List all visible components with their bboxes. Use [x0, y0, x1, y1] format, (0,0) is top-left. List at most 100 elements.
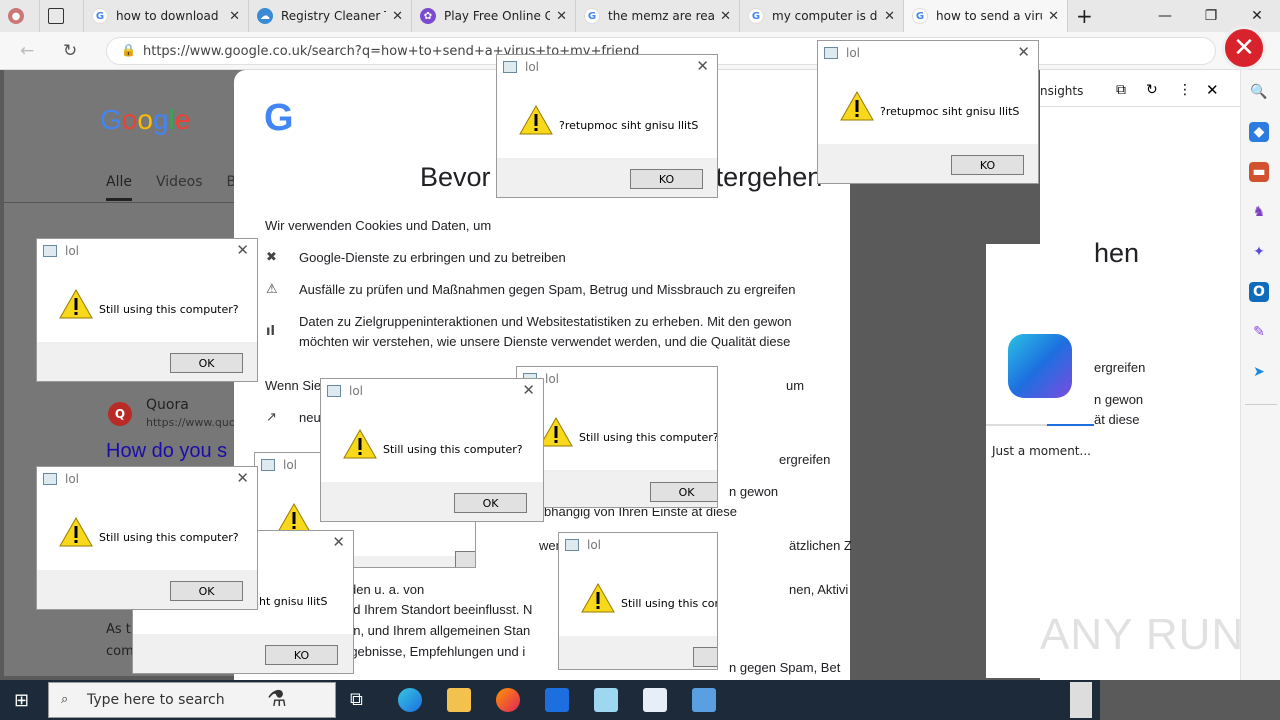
file-explorer-icon[interactable] [447, 688, 471, 712]
more-icon[interactable]: ⋮ [1178, 82, 1192, 98]
tab-5[interactable]: G my computer is do ✕ [740, 0, 904, 32]
taskbar: ⊞ ⌕ Type here to search ⚗ ⧉ [0, 680, 1100, 720]
warning-icon [59, 289, 93, 319]
dialog-title: lol [349, 384, 364, 398]
tab-6-active[interactable]: G how to send a viru ✕ [904, 0, 1068, 32]
page-fragment: ergreifen [1094, 360, 1146, 375]
ok-button[interactable]: OK [170, 581, 243, 601]
send-icon[interactable]: ➤ [1249, 362, 1269, 382]
search-icon[interactable]: 🔍 [1249, 82, 1269, 102]
tab-bar: ● G how to download ✕ ☁ Registry Cleaner… [0, 0, 1280, 32]
tab-2[interactable]: ☁ Registry Cleaner To ✕ [249, 0, 412, 32]
app-icon [43, 473, 57, 485]
memz-app-icon[interactable] [692, 688, 716, 712]
notepad-icon[interactable] [594, 688, 618, 712]
task-view-icon[interactable]: ⧉ [350, 689, 363, 710]
window-controls: — ❐ ✕ [1142, 0, 1280, 32]
minimize-button[interactable]: — [1142, 0, 1188, 32]
ok-button[interactable]: OK [455, 551, 475, 567]
close-icon[interactable]: ✕ [236, 469, 249, 487]
ok-button[interactable]: OK [454, 493, 527, 513]
close-icon[interactable]: ✕ [236, 241, 249, 259]
tab-videos[interactable]: Videos [156, 174, 203, 201]
divider [1040, 106, 1240, 107]
tools-icon: ✖ [266, 250, 277, 265]
tab-3[interactable]: ✿ Play Free Online G ✕ [412, 0, 576, 32]
tab-title: the memz are real [608, 9, 715, 23]
quora-icon: Q [108, 402, 132, 426]
result-title-link[interactable]: How do you s [106, 440, 227, 463]
dialog-title: lol [545, 372, 560, 386]
close-icon[interactable]: ✕ [696, 57, 709, 75]
consent-item: Ausfälle zu prüfen und Maßnahmen gegen S… [299, 282, 796, 297]
chess-icon[interactable]: ♞ [1249, 202, 1269, 222]
message-dialog: lol Still using this computer? OK [516, 366, 718, 508]
consent-fragment: ergreifen [779, 452, 831, 467]
dialog-title: lol [65, 244, 80, 258]
error-icon: ✕ [1222, 26, 1266, 70]
google-icon: G [92, 8, 108, 24]
consent-item: Daten zu Zielgruppeninteraktionen und We… [299, 314, 792, 329]
new-tab-button[interactable]: + [1068, 0, 1104, 32]
close-tab-icon[interactable]: ✕ [556, 9, 567, 24]
close-icon[interactable]: ✕ [1017, 43, 1030, 61]
ok-button[interactable]: KO [265, 645, 338, 665]
warning-icon [840, 91, 874, 121]
consent-item: möchten wir verstehen, wie unsere Dienst… [299, 334, 791, 349]
app-icon [261, 459, 275, 471]
tab-actions-button[interactable] [40, 0, 84, 32]
loading-text: Just a moment... [992, 444, 1091, 458]
app-icon [824, 47, 838, 59]
close-icon[interactable]: ✕ [332, 533, 345, 551]
tab-title: how to send a viru [936, 9, 1043, 23]
designer-icon[interactable]: ✎ [1249, 322, 1269, 342]
consent-fragment: rgebnisse, Empfehlungen und i [346, 644, 526, 659]
divider [4, 202, 234, 203]
dialog-title: lol [587, 538, 602, 552]
briefcase-icon[interactable]: ▬ [1249, 162, 1269, 182]
close-tab-icon[interactable]: ✕ [1048, 9, 1059, 24]
science-icon: ⚗ [267, 687, 287, 712]
open-external-icon[interactable]: ⧉ [1116, 82, 1126, 98]
progress-track [986, 424, 1095, 426]
tab-title: Registry Cleaner To [281, 9, 387, 23]
tab-4[interactable]: G the memz are real ✕ [576, 0, 740, 32]
windows-start-icon[interactable]: ⊞ [14, 690, 29, 711]
ok-button[interactable]: OK [693, 647, 717, 667]
google-logo: Google [100, 104, 191, 135]
close-icon[interactable]: ✕ [1206, 81, 1219, 99]
ok-button[interactable]: OK [170, 353, 243, 373]
back-arrow-icon[interactable]: ← [20, 41, 34, 61]
refresh-icon[interactable]: ↻ [63, 41, 77, 61]
edge-icon[interactable] [398, 688, 422, 712]
app-icon [565, 539, 579, 551]
ok-button[interactable]: OK [650, 482, 717, 502]
message-dialog: lol ✕ Still using this computer? OK [36, 466, 258, 610]
tab-1[interactable]: G how to download ✕ [84, 0, 249, 32]
tab-all[interactable]: Alle [106, 174, 132, 201]
chart-icon: ıl [266, 324, 275, 339]
close-tab-icon[interactable]: ✕ [229, 9, 240, 24]
watermark: ANY RUN [1040, 610, 1245, 659]
close-tab-icon[interactable]: ✕ [884, 9, 895, 24]
profile-button[interactable]: ● [0, 0, 40, 32]
consent-fragment: ätzlichen Z [789, 538, 852, 553]
ko-button[interactable]: KO [630, 169, 703, 189]
app-window-icon[interactable] [545, 688, 569, 712]
tag-icon[interactable]: ◆ [1249, 122, 1269, 142]
document-icon[interactable] [643, 688, 667, 712]
ko-button[interactable]: KO [951, 155, 1024, 175]
lock-icon: 🔒 [121, 43, 136, 57]
copilot-icon[interactable]: ✦ [1249, 242, 1269, 262]
page-fragment: ät diese [1094, 412, 1140, 427]
close-tab-icon[interactable]: ✕ [392, 9, 403, 24]
outlook-icon[interactable]: O [1249, 282, 1269, 302]
refresh-icon[interactable]: ↻ [1146, 82, 1158, 98]
taskbar-search-box[interactable]: ⌕ Type here to search ⚗ [48, 682, 336, 718]
close-tab-icon[interactable]: ✕ [720, 9, 731, 24]
tab-title: Play Free Online G [444, 9, 551, 23]
firefox-icon[interactable] [496, 688, 520, 712]
close-icon[interactable]: ✕ [522, 381, 535, 399]
cloud-icon: ☁ [257, 8, 273, 24]
maximize-button[interactable]: ❐ [1188, 0, 1234, 32]
